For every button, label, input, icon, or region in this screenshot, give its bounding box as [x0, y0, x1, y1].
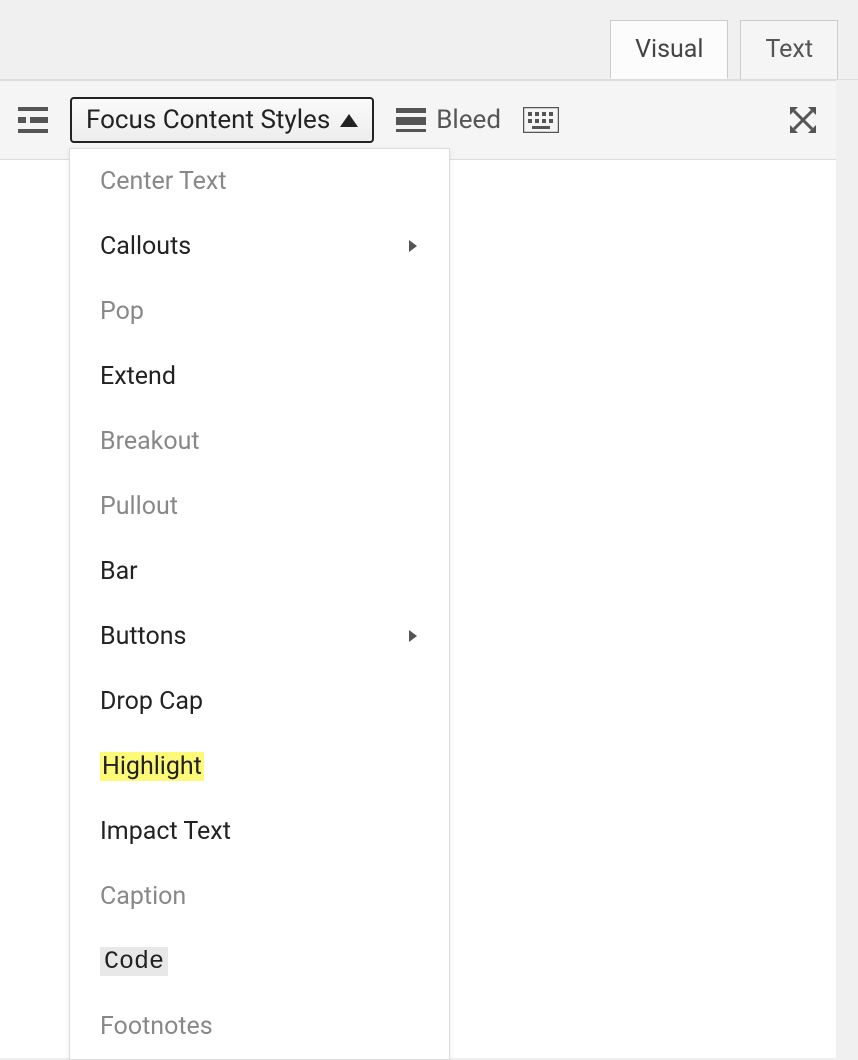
menu-item-highlight[interactable]: Highlight: [70, 734, 449, 799]
menu-label: Bar: [100, 557, 138, 586]
menu-item-buttons[interactable]: Buttons: [70, 604, 449, 669]
menu-label: Drop Cap: [100, 687, 203, 716]
menu-label: Pop: [100, 297, 144, 326]
menu-item-extend[interactable]: Extend: [70, 344, 449, 409]
menu-item-pop[interactable]: Pop: [70, 279, 449, 344]
keyboard-icon-button[interactable]: [523, 107, 559, 133]
styles-dropdown-menu: Center Text Callouts Pop Extend Breakout…: [69, 148, 450, 1060]
fullscreen-button[interactable]: [788, 105, 818, 135]
menu-label: Callouts: [100, 232, 191, 261]
menu-label: Code: [100, 947, 168, 976]
menu-label: Breakout: [100, 427, 200, 456]
tab-text[interactable]: Text: [740, 20, 838, 79]
layout-icon-button[interactable]: [18, 107, 48, 133]
chevron-right-icon: [407, 232, 419, 261]
menu-label: Extend: [100, 362, 176, 391]
menu-item-footnotes[interactable]: Footnotes: [70, 994, 449, 1059]
chevron-right-icon: [407, 622, 419, 651]
tab-visual[interactable]: Visual: [610, 20, 728, 79]
dropdown-label: Focus Content Styles: [86, 105, 330, 135]
bleed-button[interactable]: Bleed: [396, 105, 501, 135]
bleed-icon: [396, 108, 426, 132]
layout-icon: [18, 107, 48, 133]
menu-label: Buttons: [100, 622, 186, 651]
expand-icon: [788, 105, 818, 135]
menu-item-breakout[interactable]: Breakout: [70, 409, 449, 474]
menu-label: Impact Text: [100, 817, 231, 846]
menu-label: Caption: [100, 882, 186, 911]
triangle-up-icon: [340, 114, 358, 127]
menu-item-drop-cap[interactable]: Drop Cap: [70, 669, 449, 734]
menu-item-bar[interactable]: Bar: [70, 539, 449, 604]
menu-label: Highlight: [100, 752, 204, 781]
menu-item-center-text[interactable]: Center Text: [70, 149, 449, 214]
bleed-label: Bleed: [436, 105, 501, 135]
menu-item-caption[interactable]: Caption: [70, 864, 449, 929]
menu-label: Center Text: [100, 167, 227, 196]
focus-content-styles-dropdown[interactable]: Focus Content Styles: [70, 97, 374, 143]
menu-item-pullout[interactable]: Pullout: [70, 474, 449, 539]
menu-item-code[interactable]: Code: [70, 929, 449, 994]
menu-item-callouts[interactable]: Callouts: [70, 214, 449, 279]
keyboard-icon: [523, 107, 559, 133]
menu-item-impact-text[interactable]: Impact Text: [70, 799, 449, 864]
menu-label: Footnotes: [100, 1012, 213, 1041]
menu-label: Pullout: [100, 492, 178, 521]
